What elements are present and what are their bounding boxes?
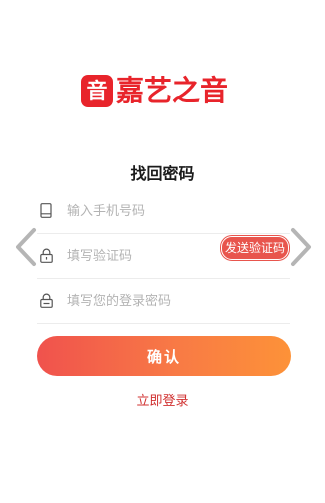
- verification-code-input[interactable]: [67, 245, 247, 267]
- code-row: 发送验证码: [37, 234, 290, 279]
- lock-icon: [39, 292, 53, 308]
- phone-icon: [39, 202, 53, 218]
- logo-text: 嘉艺之音: [116, 74, 229, 107]
- confirm-button[interactable]: 确认: [37, 336, 291, 376]
- login-link[interactable]: 立即登录: [0, 390, 325, 409]
- chevron-left-icon[interactable]: [13, 226, 39, 268]
- password-input[interactable]: [67, 290, 247, 312]
- page-title: 找回密码: [130, 164, 195, 183]
- logo-mark: 音: [81, 75, 113, 107]
- password-row: [37, 279, 290, 324]
- chevron-right-icon[interactable]: [288, 226, 314, 268]
- phone-input[interactable]: [67, 200, 247, 222]
- lock-icon: [39, 247, 53, 263]
- phone-row: [37, 189, 290, 234]
- send-code-button[interactable]: 发送验证码: [221, 236, 289, 260]
- page: 音 嘉艺之音 找回密码 发送验证码: [0, 0, 325, 503]
- logo: 音 嘉艺之音: [81, 75, 228, 107]
